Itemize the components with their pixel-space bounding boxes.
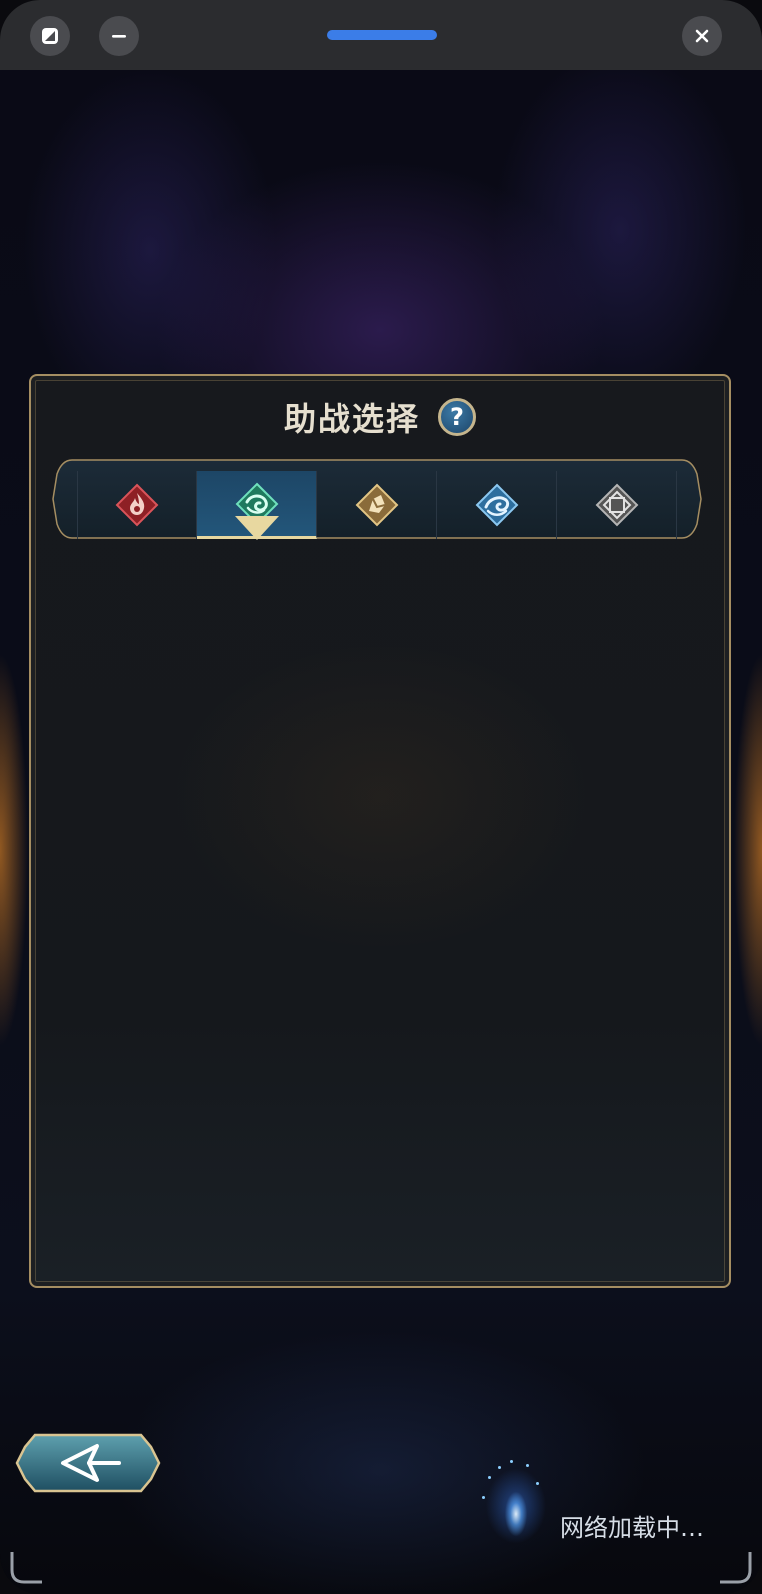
panel-header: 助战选择 ?: [31, 392, 729, 442]
loading-text: 网络加载中…: [560, 1514, 704, 1542]
tab-pyro[interactable]: [77, 471, 197, 539]
close-button[interactable]: [682, 16, 722, 56]
minimize-icon: [112, 35, 126, 38]
rock-element-icon: [355, 483, 398, 527]
restore-button[interactable]: [30, 16, 70, 56]
corner-bracket-icon: [720, 1552, 752, 1584]
help-button[interactable]: ?: [438, 398, 476, 436]
minimize-button[interactable]: [99, 16, 139, 56]
fire-element-icon: [115, 483, 159, 527]
drag-handle[interactable]: [327, 30, 437, 40]
back-button[interactable]: [15, 1432, 161, 1494]
restore-icon: [42, 28, 58, 44]
corner-bracket-icon: [10, 1552, 42, 1584]
loading-spinner-icon: [476, 1456, 556, 1556]
element-tabs: [77, 471, 677, 540]
water-element-icon: [475, 483, 518, 527]
element-tab-bar: [52, 459, 702, 540]
app-window: 助战选择 ? 网络加载中…: [0, 0, 762, 1594]
title-bar: [0, 0, 762, 70]
support-select-panel: 助战选择 ?: [29, 374, 731, 1288]
tab-anemo[interactable]: [197, 471, 317, 540]
selected-tab-pointer-icon: [234, 516, 279, 540]
back-button-frame: [15, 1433, 161, 1493]
diamond-element-icon: [595, 483, 638, 527]
close-icon: [695, 29, 709, 43]
tab-imaginary[interactable]: [557, 471, 677, 539]
tab-geo[interactable]: [317, 471, 437, 539]
panel-title: 助战选择: [283, 400, 420, 438]
network-loading-indicator: 网络加载中…: [476, 1456, 746, 1566]
tab-hydro[interactable]: [437, 471, 557, 539]
